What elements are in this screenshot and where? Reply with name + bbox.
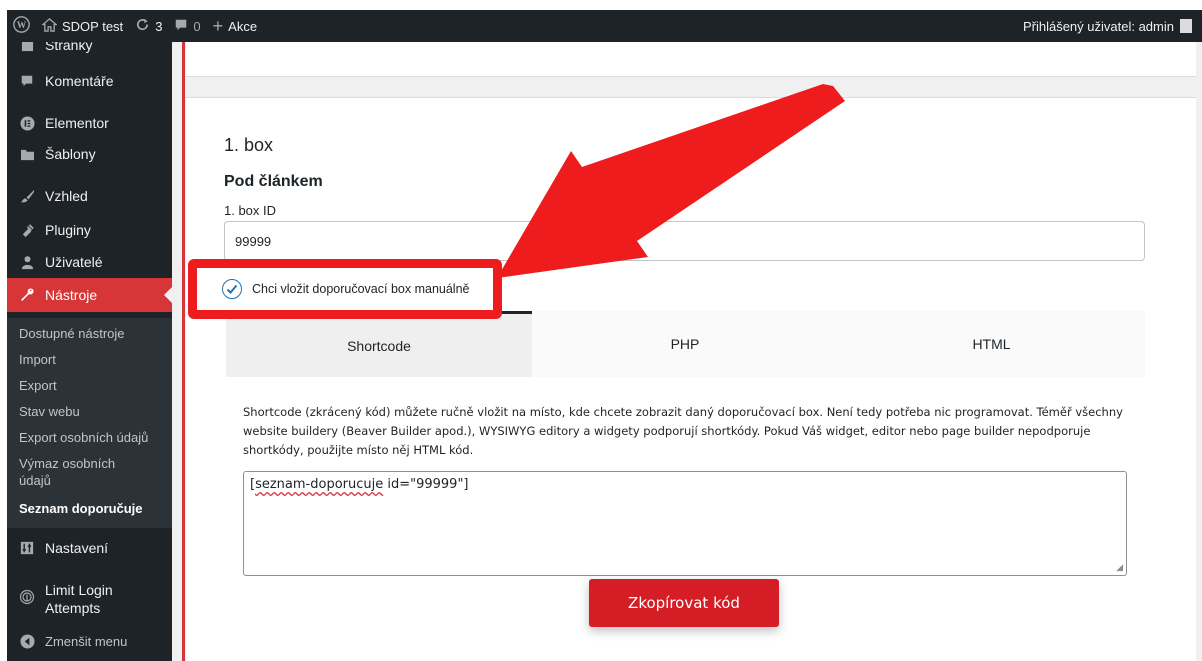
site-name: SDOP test [62,18,124,34]
plugin-icon [19,222,35,238]
previous-panel [186,42,1196,77]
new-content-label: Akce [228,18,258,34]
site-name-link[interactable]: SDOP test [36,10,129,42]
sidebar-item-label: Vzhled [45,188,88,204]
sidebar-item-label: Uživatelé [45,254,103,270]
code-shortcode-name: seznam-doporucuje [255,477,384,492]
tools-submenu: Dostupné nástroje Import Export Stav web… [7,318,172,528]
resize-handle-icon[interactable]: ◢ [1116,563,1123,573]
submenu-item-available-tools[interactable]: Dostupné nástroje [19,325,125,342]
tab-php[interactable]: PHP [532,311,838,377]
copy-code-button[interactable]: Zkopírovat kód [589,579,779,627]
sidebar-item-settings[interactable]: Nastavení [7,537,172,559]
submenu-item-export[interactable]: Export [19,377,57,394]
refresh-icon [135,17,150,35]
sidebar-item-templates[interactable]: Šablony [7,143,172,165]
new-content-link[interactable]: + Akce [207,10,263,42]
shortcode-textarea[interactable]: [seznam-doporucuje id="99999"] ◢ [243,471,1127,576]
comment-icon [174,18,188,35]
sidebar-item-label: Pluginy [45,222,91,238]
code-suffix: id="99999"] [383,477,469,492]
sidebar-item-label: Elementor [45,115,109,131]
comments-link[interactable]: 0 [168,10,206,42]
brush-icon [19,188,35,204]
wrench-icon [19,287,35,303]
comments-count: 0 [193,18,201,34]
sidebar-item-label: Komentáře [45,73,114,89]
checkmark-icon [226,284,238,294]
sidebar-item-label: Nástroje [45,287,98,303]
tab-html[interactable]: HTML [838,311,1145,377]
collapse-menu-button[interactable]: Zmenšit menu [7,630,172,652]
wordpress-icon: W [13,16,30,36]
avatar [1180,19,1192,33]
section-title: 1. box [224,135,274,155]
comment-icon [19,73,35,89]
folder-icon [19,146,35,162]
manual-insert-checkbox[interactable] [222,279,242,299]
elementor-icon [19,115,35,131]
admin-bar: W SDOP test 3 0 + Akce Přihlášený uživat… [7,10,1202,42]
user-greeting: Přihlášený uživatel: admin [1022,18,1174,34]
home-icon [41,17,58,35]
submenu-item-export-personal-data[interactable]: Export osobních údajů [19,429,148,446]
sidebar-item-appearance[interactable]: Vzhled [7,185,172,207]
box-id-input[interactable] [224,221,1145,261]
sidebar-item-limit-login-attempts[interactable]: Limit Login Attempts [7,581,172,617]
box-id-label: 1. box ID [224,203,277,218]
sidebar-item-label: Zmenšit menu [45,633,128,649]
updates-count: 3 [155,18,163,34]
plus-icon: + [212,16,224,36]
users-icon [19,254,35,270]
manual-insert-checkbox-row[interactable]: Chci vložit doporučovací box manuálně [222,279,469,299]
submenu-item-import[interactable]: Import [19,351,56,368]
sidebar-item-label: Šablony [45,146,96,162]
settings-icon [19,540,35,556]
updates-link[interactable]: 3 [129,10,168,42]
sidebar-item-users[interactable]: Uživatelé [7,251,172,273]
wordpress-logo-button[interactable]: W [7,10,36,42]
admin-sidebar: Stránky Komentáře Elementor Šablony Vzhl… [7,37,172,661]
tab-shortcode[interactable]: Shortcode [226,311,532,377]
svg-text:W: W [17,21,27,31]
sidebar-item-elementor[interactable]: Elementor [7,112,172,134]
sidebar-item-plugins[interactable]: Pluginy [7,219,172,241]
accent-border [182,42,185,661]
sidebar-item-tools[interactable]: Nástroje [7,278,172,312]
fingerprint-icon [19,589,35,605]
shortcode-description: Shortcode (zkrácený kód) můžete ručně vl… [243,405,1123,457]
manual-insert-label: Chci vložit doporučovací box manuálně [252,282,470,296]
sidebar-item-label: Nastavení [45,540,109,556]
my-account-link[interactable]: Přihlášený uživatel: admin [1023,19,1202,34]
sidebar-item-comments[interactable]: Komentáře [7,70,172,92]
subsection-title: Pod článkem [224,173,323,190]
submenu-item-site-health[interactable]: Stav webu [19,403,80,420]
collapse-icon [19,633,35,649]
active-indicator [164,287,172,303]
submenu-item-erase-personal-data[interactable]: Výmaz osobních údajů [19,455,149,489]
submenu-item-seznam-doporucuje[interactable]: Seznam doporučuje [19,500,143,517]
sidebar-item-label: Limit Login Attempts [45,582,113,616]
